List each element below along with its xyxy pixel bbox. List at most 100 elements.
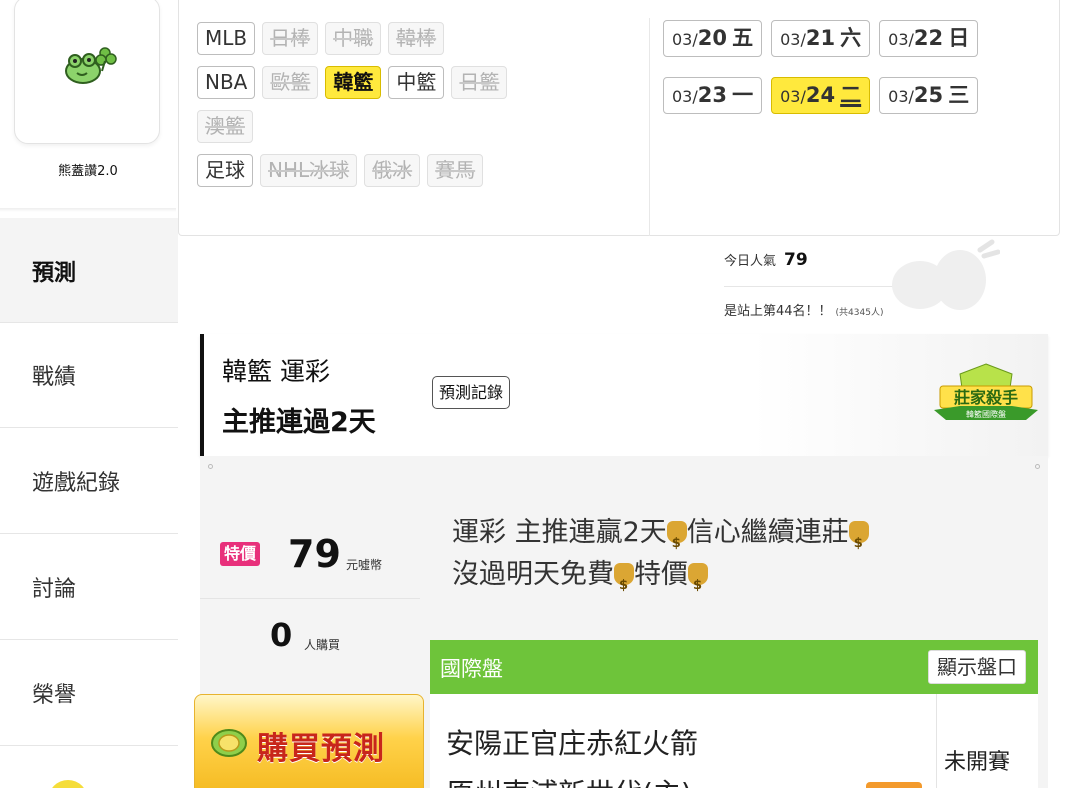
date-button-selected[interactable]: 03/24 二	[771, 77, 871, 114]
divider	[649, 18, 650, 236]
league-row: MLB 日棒 中職 韓棒	[197, 22, 647, 55]
nav-item-record[interactable]: 戰績	[0, 322, 178, 428]
divider	[0, 208, 176, 212]
divider	[936, 694, 937, 788]
date-month: 03/	[672, 30, 698, 49]
divider	[200, 598, 420, 599]
league-chip-soccer[interactable]: 足球	[197, 154, 253, 187]
money-bag-icon	[614, 563, 634, 607]
league-chip-khl: 俄冰	[364, 154, 421, 187]
date-weekday: 六	[840, 26, 862, 50]
buy-button-label: 購買預測	[257, 731, 385, 767]
date-weekday: 五	[732, 26, 754, 50]
badge-sub-text: 韓籃國際盤	[966, 409, 1006, 419]
date-button[interactable]: 03/23 一	[663, 77, 763, 114]
date-month: 03/	[888, 30, 914, 49]
price-unit: 元噓幣	[346, 558, 383, 572]
league-row: 足球 NHL冰球 俄冰 賽馬	[197, 154, 647, 187]
bug-watermark-icon	[892, 239, 1000, 310]
desc-text: 沒過明天免費	[452, 559, 614, 590]
buyer-count: 0	[270, 616, 293, 654]
popularity-value: 79	[784, 250, 808, 270]
team-home: 原州東浦新世代(主)	[446, 772, 692, 788]
rank-stat: 是站上第44名！！ (共4345人)	[724, 300, 883, 319]
nav-item-label: 戰績	[32, 365, 77, 390]
rank-text: 是站上第44名！！	[724, 304, 832, 319]
date-weekday: 一	[732, 83, 754, 107]
market-header: 國際盤 顯示盤口	[430, 640, 1038, 694]
profile-name: 熊蓋讚2.0	[58, 164, 118, 179]
date-day: 21	[805, 26, 836, 50]
date-weekday: 二	[840, 83, 862, 107]
sidebar: 熊蓋讚2.0 預測 戰績 遊戲紀錄 討論 榮譽	[0, 0, 178, 788]
prediction-record-button[interactable]: 預測記錄	[432, 376, 511, 409]
league-chip-japan-basketball: 日籃	[451, 66, 508, 99]
match-row: 安陽正官庄赤紅火箭 原州東浦新世代(主) 未開賽	[430, 694, 1038, 788]
nav-item-label: 榮譽	[32, 682, 77, 708]
bookie-killer-badge-icon: 莊家殺手 韓籃國際盤	[934, 363, 1038, 420]
nav-item-predict[interactable]: 預測	[0, 218, 178, 324]
banner-title: 韓籃 運彩	[222, 357, 330, 386]
league-chip-nba[interactable]: NBA	[197, 66, 256, 99]
prediction-description: 運彩 主推連贏2天信心繼續連莊 沒過明天免費特價	[452, 512, 1042, 607]
money-bag-icon	[848, 521, 869, 565]
nav-item-label: 遊戲紀錄	[32, 470, 121, 496]
date-row: 03/20 五 03/21 六 03/22 日	[663, 20, 1055, 57]
league-chip-mlb[interactable]: MLB	[197, 22, 256, 55]
prediction-card: 特價 79 元噓幣 0 人購買 購買預測 運彩 主推連贏2天信心繼續連莊 沒過明…	[194, 456, 1048, 788]
date-day: 23	[697, 83, 727, 107]
frog-clover-icon	[65, 47, 117, 84]
date-day: 22	[913, 26, 944, 50]
league-chip-china-basketball[interactable]: 中籃	[388, 66, 445, 99]
league-chip-npb: 日棒	[262, 22, 319, 55]
badge-main-text: 莊家殺手	[954, 388, 1018, 407]
date-row: 03/23 一 03/24 二 03/25 三	[663, 77, 1055, 114]
nav-item-label: 討論	[32, 576, 77, 602]
date-month: 03/	[780, 30, 806, 49]
buyer-unit: 人購買	[304, 638, 341, 652]
date-month: 03/	[888, 87, 914, 106]
nav-item-game-log[interactable]: 遊戲紀錄	[0, 428, 178, 534]
corner-dot	[208, 464, 213, 469]
profile-avatar-card[interactable]	[14, 0, 160, 144]
nav-item-discussion[interactable]: 討論	[0, 534, 178, 640]
coin-icon	[211, 729, 247, 757]
special-price-tag: 特價	[220, 542, 261, 566]
league-chip-korea-basketball[interactable]: 韓籃	[325, 66, 382, 99]
nav-item-honor[interactable]: 榮譽	[0, 640, 178, 746]
league-chip-horse-racing: 賽馬	[427, 154, 484, 187]
pick-tag[interactable]	[866, 782, 922, 788]
date-button[interactable]: 03/21 六	[771, 20, 871, 57]
buy-prediction-button[interactable]: 購買預測	[194, 694, 424, 788]
date-button[interactable]: 03/25 三	[879, 77, 979, 114]
banner-streak: 主推連過2天	[222, 407, 376, 438]
desc-text: 運彩 主推連贏2天	[452, 517, 667, 548]
team-away: 安陽正官庄赤紅火箭	[446, 727, 699, 760]
league-chip-australia-basketball: 澳籃	[197, 110, 253, 143]
league-row: 澳籃	[197, 110, 647, 143]
league-chip-nhl: NHL冰球	[260, 154, 358, 187]
show-odds-button[interactable]: 顯示盤口	[928, 650, 1026, 684]
date-day: 25	[913, 83, 944, 107]
league-filter: MLB 日棒 中職 韓棒 NBA 歐籃 韓籃 中籃 日籃 澳籃 足球 NHL冰球…	[197, 22, 647, 198]
date-day: 20	[697, 26, 727, 50]
league-chip-cpbl: 中職	[325, 22, 382, 55]
market-label: 國際盤	[440, 657, 503, 681]
rank-total: (共4345人)	[835, 308, 884, 318]
popularity-label: 今日人氣	[724, 254, 777, 269]
date-button[interactable]: 03/20 五	[663, 20, 763, 57]
popularity-stat: 今日人氣 79	[724, 250, 808, 270]
date-month: 03/	[780, 87, 806, 106]
price-value: 79	[288, 532, 341, 576]
date-month: 03/	[672, 87, 698, 106]
filter-panel: MLB 日棒 中職 韓棒 NBA 歐籃 韓籃 中籃 日籃 澳籃 足球 NHL冰球…	[178, 0, 1060, 236]
match-status: 未開賽	[944, 750, 1011, 775]
date-filter: 03/20 五 03/21 六 03/22 日 03/23 一 03/24 二 …	[663, 20, 1055, 134]
desc-text: 信心繼續連莊	[686, 517, 849, 548]
nav-item-label: 預測	[32, 261, 77, 286]
date-button[interactable]: 03/22 日	[879, 20, 979, 57]
date-weekday: 三	[948, 83, 970, 107]
date-day: 24	[805, 83, 836, 107]
money-bag-icon	[688, 563, 708, 607]
prediction-banner: 韓籃 運彩 主推連過2天 預測記錄 莊家殺手 韓籃國際盤	[200, 334, 1048, 456]
